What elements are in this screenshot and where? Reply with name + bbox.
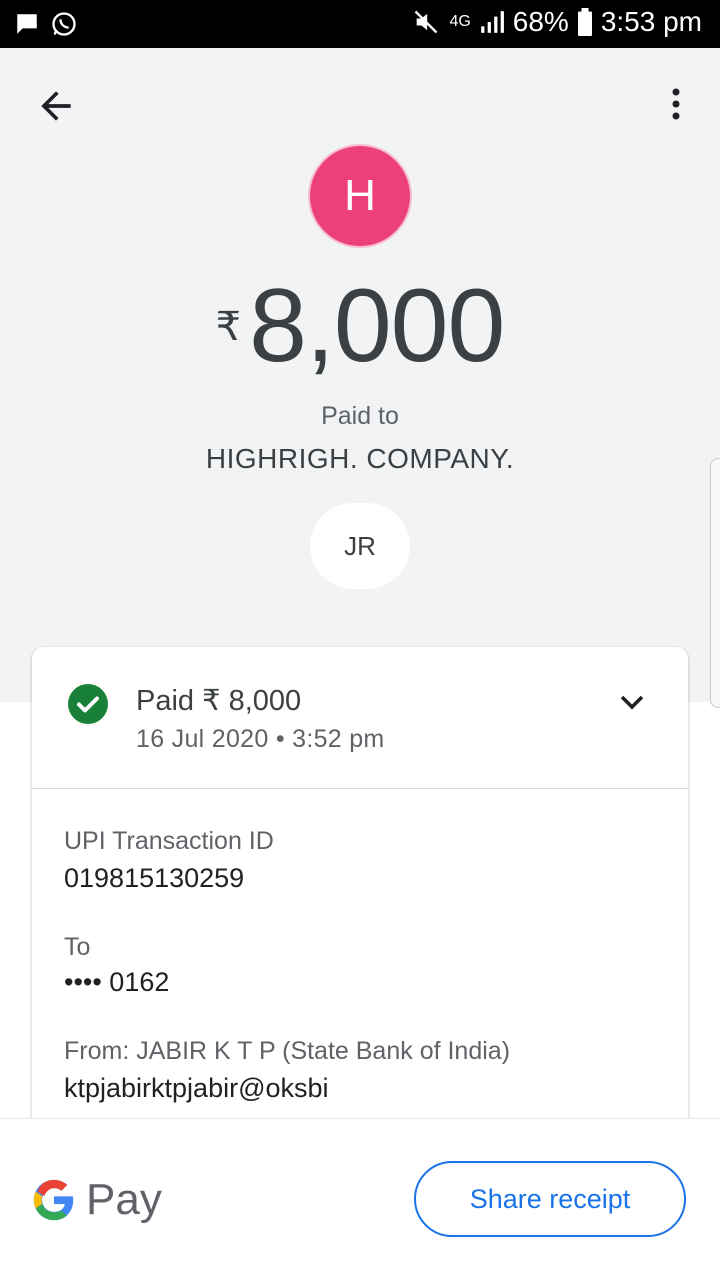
gpay-logo: Pay (32, 1172, 162, 1228)
amount-display: ₹ 8,000 (0, 274, 720, 384)
currency-symbol: ₹ (215, 305, 242, 349)
paid-amount-title: Paid ₹ 8,000 (136, 685, 302, 717)
message-icon (17, 14, 37, 34)
from-label: From: JABIR K T P (State Bank of India) (64, 1037, 511, 1065)
chevron-down-icon (620, 695, 644, 710)
side-panel-edge (710, 458, 720, 708)
status-bar: 4G 68% 3:53 pm (0, 0, 720, 48)
google-g-icon (33, 1179, 74, 1221)
back-arrow-icon (41, 91, 71, 121)
payee-avatar: H (310, 146, 410, 246)
from-upi-value: ktpjabirktpjabir@oksbi (64, 1073, 329, 1103)
gpay-brand-text: Pay (86, 1175, 162, 1224)
to-account-value: •••• 0162 (64, 967, 170, 997)
divider (32, 788, 688, 789)
to-label: To (64, 933, 91, 961)
mute-icon (415, 10, 438, 34)
battery-percent: 68% (512, 6, 569, 37)
network-type: 4G (449, 13, 471, 30)
transaction-date: 16 Jul 2020 • 3:52 pm (136, 725, 385, 753)
status-time: 3:53 pm (600, 6, 702, 37)
check-circle-icon (68, 684, 108, 724)
more-options-button[interactable] (660, 84, 692, 128)
share-receipt-button[interactable]: Share receipt (414, 1161, 686, 1237)
transaction-card: Paid ₹ 8,000 16 Jul 2020 • 3:52 pm UPI T… (32, 647, 688, 1167)
more-vert-icon (672, 88, 680, 120)
back-button[interactable] (34, 84, 78, 128)
paid-to-label: Paid to (321, 402, 399, 430)
amount-value: 8,000 (249, 268, 505, 384)
whatsapp-icon (52, 12, 76, 36)
payee-name: HIGHRIGH. COMPANY. (205, 443, 515, 474)
expand-button[interactable] (618, 691, 646, 713)
transaction-id-value: 019815130259 (64, 863, 245, 893)
battery-icon (577, 8, 592, 36)
signal-icon (480, 11, 504, 33)
transaction-id-label: UPI Transaction ID (64, 827, 274, 855)
sender-chip[interactable]: JR (310, 503, 410, 589)
